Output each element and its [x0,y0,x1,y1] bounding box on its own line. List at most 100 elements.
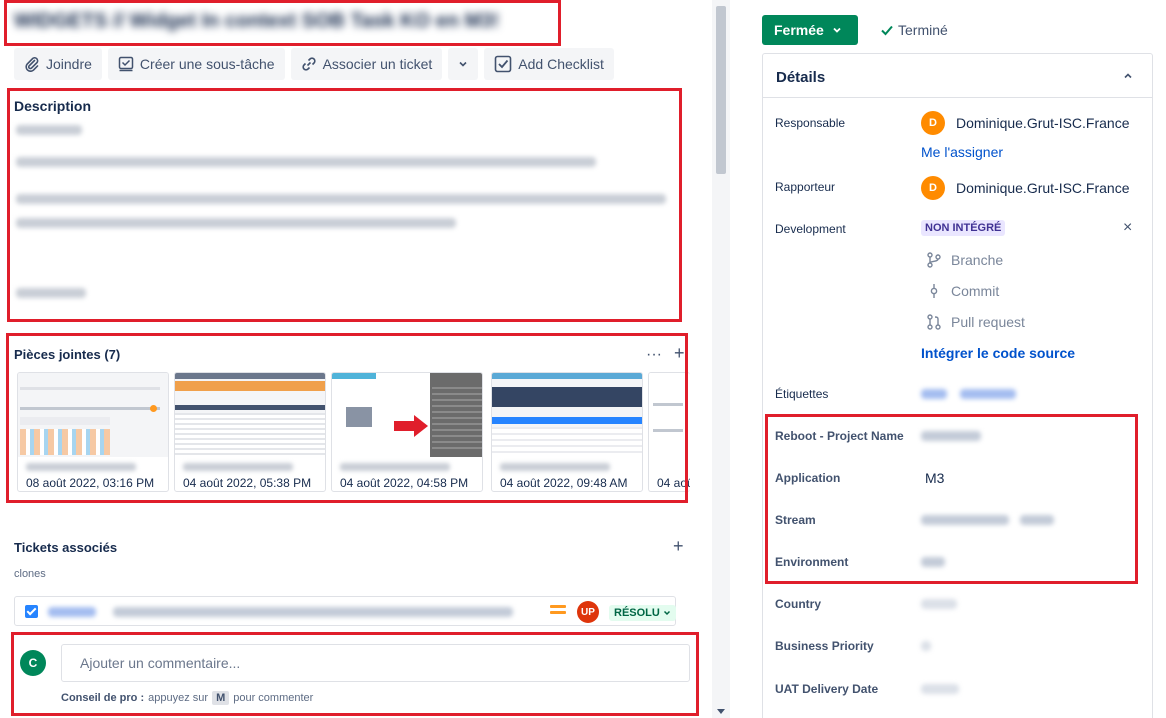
environment-value[interactable] [921,557,945,567]
issue-type-icon [25,605,38,618]
avatar: C [20,650,46,676]
details-header[interactable]: Détails [763,54,1152,98]
labels-label: Étiquettes [775,387,829,401]
assignee-value[interactable]: Dominique.Grut-ISC.France [956,115,1130,131]
label-tag[interactable] [921,389,947,399]
assignee-label: Responsable [775,116,846,130]
link-ticket-button[interactable]: Associer un ticket [290,48,443,80]
pull-request-item[interactable]: Pull request [927,314,1025,330]
attach-button[interactable]: Joindre [14,48,102,80]
attachment-filename [183,463,293,471]
attach-label: Joindre [46,56,92,72]
attachment-date: 04 août 2022, 04:58 PM [340,476,469,490]
issue-title[interactable]: WIDGETS // Widget In context SOB Task KO… [14,10,499,33]
scroll-down-arrow-icon[interactable] [717,709,725,714]
attachment-date: 04 août 2022, 05:38 PM [183,476,312,490]
application-label: Application [775,471,841,485]
commit-item[interactable]: Commit [927,283,999,299]
assign-to-me-link[interactable]: Me l'assigner [921,144,1003,160]
create-subtask-label: Créer une sous-tâche [139,56,275,72]
attachment-card[interactable]: 08 août 2022, 03:16 PM [17,372,169,492]
resolution-label: Terminé [898,22,948,38]
avatar: UP [577,601,599,623]
description-line [16,288,86,298]
linked-ticket-summary [113,607,513,617]
attachment-thumbnail [649,373,690,457]
paperclip-icon [25,57,39,72]
branch-item[interactable]: Branche [927,252,1003,268]
pro-tip: Conseil de pro : appuyez sur M pour comm… [61,691,313,705]
attachment-thumbnail [332,373,482,457]
attachment-card[interactable]: 04 août 2022, 04:58 PM [331,372,483,492]
uat-delivery-date-label: UAT Delivery Date [775,682,879,696]
main-scrollbar[interactable] [712,0,730,718]
development-label: Development [775,222,846,236]
attachments-heading: Pièces jointes (7) [14,347,121,362]
project-name-value[interactable] [921,431,981,441]
close-icon[interactable]: × [1123,219,1132,237]
status-badge[interactable]: RÉSOLU [609,605,676,621]
linked-ticket-row[interactable]: UP RÉSOLU [14,596,676,626]
add-linked-ticket-button[interactable]: + [673,536,684,557]
add-checklist-label: Add Checklist [518,56,604,72]
pull-request-label: Pull request [951,314,1025,330]
description-line [16,157,596,167]
add-checklist-button[interactable]: Add Checklist [484,48,614,80]
issue-toolbar: Joindre Créer une sous-tâche Associer un… [14,48,614,80]
attachment-filename [500,463,610,471]
integrate-source-link[interactable]: Intégrer le code source [921,345,1075,361]
details-title: Détails [776,69,826,86]
status-button-label: Fermée [774,22,824,38]
avatar: D [921,176,945,200]
project-name-label: Reboot - Project Name [775,429,904,443]
uat-delivery-date-value[interactable] [921,684,959,694]
country-label: Country [775,597,821,611]
application-value[interactable]: M3 [925,470,944,486]
business-priority-label: Business Priority [775,639,874,653]
stream-label: Stream [775,513,816,527]
subtask-icon [118,56,134,72]
link-relation-label: clones [14,568,46,580]
attachment-date: 08 août 2022, 03:16 PM [26,476,155,490]
attachment-card[interactable]: 04 aoû [648,372,690,492]
issue-main-panel: WIDGETS // Widget In context SOB Task KO… [0,0,712,718]
more-actions-dropdown[interactable] [448,48,479,80]
comment-placeholder: Ajouter un commentaire... [80,655,241,671]
pull-request-icon [927,314,941,330]
stream-value-tag[interactable] [1020,515,1054,525]
branch-label: Branche [951,252,1004,268]
attachments-more-button[interactable]: ··· [646,346,662,364]
priority-medium-icon [550,605,566,617]
chevron-up-icon [1124,73,1132,79]
attachment-filename [26,463,136,471]
attachment-card[interactable]: 04 août 2022, 05:38 PM [174,372,326,492]
stream-value[interactable] [921,515,1009,525]
attachment-thumbnail [18,373,168,457]
label-tag[interactable] [960,389,1016,399]
attachment-card[interactable]: 04 août 2022, 09:48 AM [491,372,643,492]
description-heading: Description [14,98,92,114]
branch-icon [927,252,941,268]
country-value[interactable] [921,599,957,609]
business-priority-value[interactable] [921,641,931,651]
attachment-thumbnail [175,373,325,457]
description-line [16,194,666,204]
pro-tip-text: appuyez sur [148,692,209,704]
resolution: Terminé [880,22,948,38]
chevron-down-icon [833,27,841,33]
scrollbar-thumb[interactable] [716,6,726,174]
attachment-date: 04 aoû [657,476,690,490]
status-button[interactable]: Fermée [762,15,858,45]
reporter-value[interactable]: Dominique.Grut-ISC.France [956,180,1130,196]
commit-label: Commit [951,283,1000,299]
chevron-down-icon [459,61,467,67]
attachment-thumbnail [492,373,642,457]
comment-input[interactable]: Ajouter un commentaire... [61,644,690,682]
dev-status-badge: NON INTÉGRÉ [921,220,1006,236]
checkmark-icon [881,25,893,36]
attachments-add-button[interactable]: + [674,343,685,364]
create-subtask-button[interactable]: Créer une sous-tâche [107,48,285,80]
attachment-filename [340,463,450,471]
link-icon [301,57,316,71]
linked-ticket-key[interactable] [48,607,96,617]
